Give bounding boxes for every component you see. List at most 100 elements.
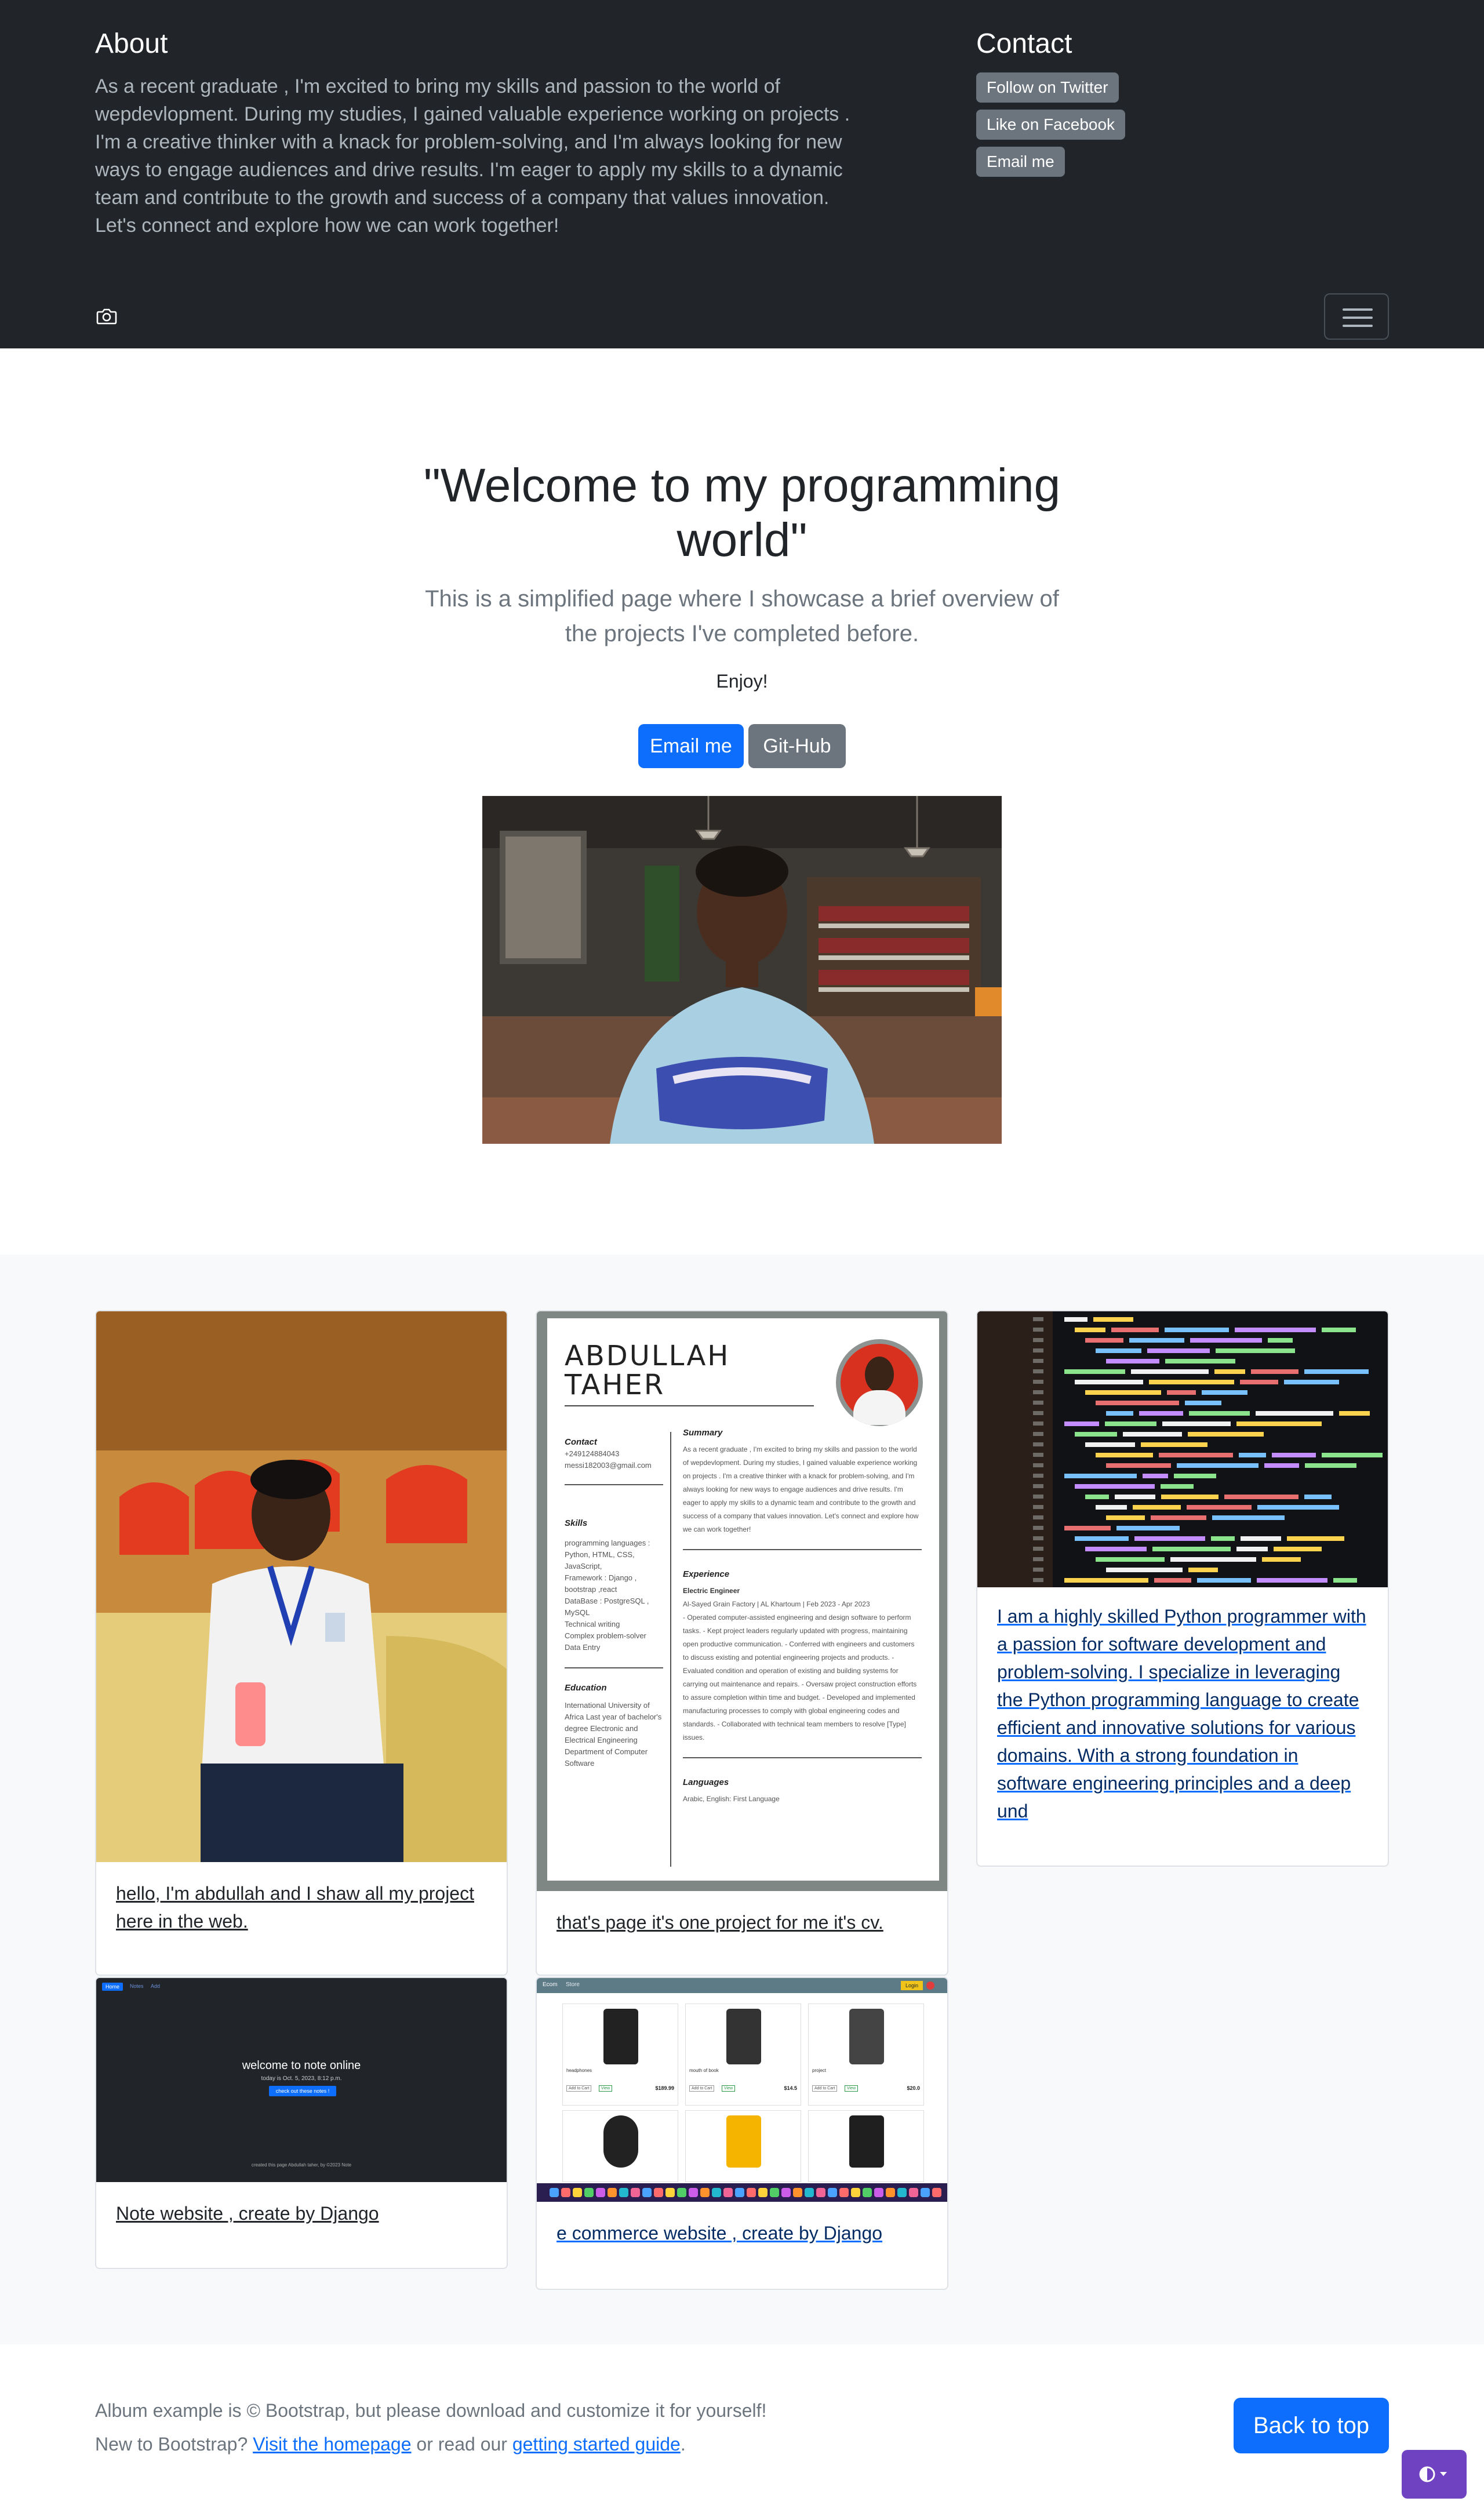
code-token-mark — [1106, 1568, 1183, 1572]
cv-languages: Arabic, English: First Language — [683, 1795, 780, 1803]
caret-down-icon — [1440, 2472, 1447, 2476]
card-link[interactable]: e commerce website , create by Django — [556, 2223, 882, 2244]
code-token-mark — [1264, 1463, 1299, 1468]
dock-app-icon — [700, 2188, 710, 2197]
code-token-mark — [1134, 1536, 1205, 1541]
product-price: $14.5 — [784, 2085, 797, 2091]
navbar — [0, 293, 1484, 340]
cv-job-place: Al-Sayed Grain Factory | AL Khartoum | F… — [683, 1600, 870, 1608]
shoe-product-image — [849, 2115, 884, 2168]
code-token-mark — [1139, 1411, 1183, 1416]
code-token-mark — [1287, 1536, 1344, 1541]
dock-app-icon — [723, 2188, 733, 2197]
navbar-toggler-button[interactable] — [1324, 293, 1389, 340]
about-text: As a recent graduate , I'm excited to br… — [95, 75, 850, 237]
code-token-mark — [1106, 1359, 1159, 1364]
cv-image: ABDULLAH TAHER Contact +249124884043 mes… — [537, 1311, 947, 1891]
code-token-mark — [1339, 1411, 1370, 1416]
theme-toggle-button[interactable] — [1402, 2450, 1467, 2499]
line-number-mark — [1033, 1369, 1043, 1373]
line-number-mark — [1033, 1317, 1043, 1321]
cv-phone: +249124884043 — [565, 1449, 620, 1458]
code-token-mark — [1274, 1547, 1322, 1551]
code-token-mark — [1241, 1536, 1281, 1541]
code-token-mark — [1096, 1453, 1153, 1457]
dock-app-icon — [677, 2188, 686, 2197]
line-number-mark — [1033, 1359, 1043, 1363]
code-token-mark — [1064, 1317, 1087, 1322]
dock-app-icon — [573, 2188, 582, 2197]
code-token-mark — [1151, 1515, 1206, 1520]
follow-twitter-link[interactable]: Follow on Twitter — [976, 72, 1119, 103]
cv-avatar — [836, 1339, 923, 1426]
line-number-mark — [1033, 1401, 1043, 1405]
dock-bar — [537, 2183, 947, 2202]
dock-app-icon — [886, 2188, 895, 2197]
camera-icon[interactable] — [95, 305, 118, 328]
dock-app-icon — [735, 2188, 744, 2197]
dock-app-icon — [897, 2188, 907, 2197]
dock-app-icon — [921, 2188, 930, 2197]
cv-email: messi182003@gmail.com — [565, 1461, 652, 1470]
note-nav-notes: Notes — [130, 1983, 144, 1989]
back-to-top-button[interactable]: Back to top — [1234, 2398, 1389, 2453]
code-token-mark — [1162, 1421, 1231, 1426]
product-tile — [808, 2110, 924, 2182]
code-token-mark — [1262, 1557, 1301, 1562]
code-token-mark — [1305, 1463, 1356, 1468]
cv-divider — [683, 1549, 922, 1550]
dock-app-icon — [631, 2188, 640, 2197]
code-token-mark — [1214, 1369, 1245, 1374]
footer-help-suffix: . — [680, 2434, 686, 2455]
cv-skill: Complex problem-solver — [565, 1631, 646, 1640]
cv-education: International University of Africa Last … — [565, 1701, 662, 1768]
dock-app-icon — [793, 2188, 802, 2197]
code-token-mark — [1085, 1495, 1109, 1499]
cv-job-points: - Operated computer-assisted engineering… — [683, 1613, 917, 1741]
github-button[interactable]: Git-Hub — [748, 724, 846, 768]
email-me-link[interactable]: Email me — [976, 147, 1065, 177]
card-link[interactable]: I am a highly skilled Python programmer … — [997, 1606, 1366, 1821]
code-token-mark — [1240, 1380, 1278, 1384]
dock-app-icon — [712, 2188, 721, 2197]
line-number-mark — [1033, 1432, 1043, 1436]
code-token-mark — [1304, 1495, 1332, 1499]
dock-app-icon — [689, 2188, 698, 2197]
code-token-mark — [1185, 1401, 1221, 1405]
card-link[interactable]: hello, I'm abdullah and I shaw all my pr… — [116, 1883, 474, 1932]
cv-skill: Technical writing — [565, 1620, 620, 1628]
line-number-mark — [1033, 1474, 1043, 1478]
product-tile — [562, 2110, 678, 2182]
code-token-mark — [1093, 1317, 1133, 1322]
code-token-mark — [1304, 1369, 1369, 1374]
visit-homepage-link[interactable]: Visit the homepage — [253, 2434, 411, 2455]
code-token-mark — [1143, 1474, 1168, 1478]
code-token-mark — [1154, 1578, 1191, 1583]
dock-app-icon — [816, 2188, 825, 2197]
note-nav-add: Add — [151, 1983, 161, 1989]
shop-login: Login — [901, 1981, 923, 1990]
code-token-mark — [1322, 1453, 1383, 1457]
project-card: Ecom Store Login headphones Add to Cart Vi… — [536, 1977, 948, 2290]
watch-product-image — [603, 2115, 638, 2168]
code-token-mark — [1161, 1484, 1194, 1489]
getting-started-link[interactable]: getting started guide — [512, 2434, 681, 2455]
album-section: hello, I'm abdullah and I shaw all my pr… — [0, 1255, 1484, 2344]
code-token-mark — [1106, 1515, 1145, 1520]
line-number-mark — [1033, 1348, 1043, 1352]
card-link[interactable]: that's page it's one project for me it's… — [556, 1912, 883, 1933]
product-tile: headphones Add to Cart View $189.99 — [562, 2004, 678, 2106]
code-token-mark — [1111, 1328, 1159, 1332]
product-price: $189.99 — [655, 2085, 674, 2091]
code-token-mark — [1190, 1338, 1262, 1343]
line-number-mark — [1033, 1411, 1043, 1415]
dock-app-icon — [747, 2188, 756, 2197]
footer-help-mid: or read our — [411, 2434, 512, 2455]
code-token-mark — [1251, 1369, 1298, 1374]
cv-sheet: ABDULLAH TAHER Contact +249124884043 mes… — [547, 1318, 939, 1881]
email-me-button[interactable]: Email me — [638, 724, 744, 768]
like-facebook-link[interactable]: Like on Facebook — [976, 110, 1126, 140]
card-link[interactable]: Note website , create by Django — [116, 2203, 379, 2224]
code-token-mark — [1075, 1484, 1155, 1489]
dock-app-icon — [839, 2188, 849, 2197]
